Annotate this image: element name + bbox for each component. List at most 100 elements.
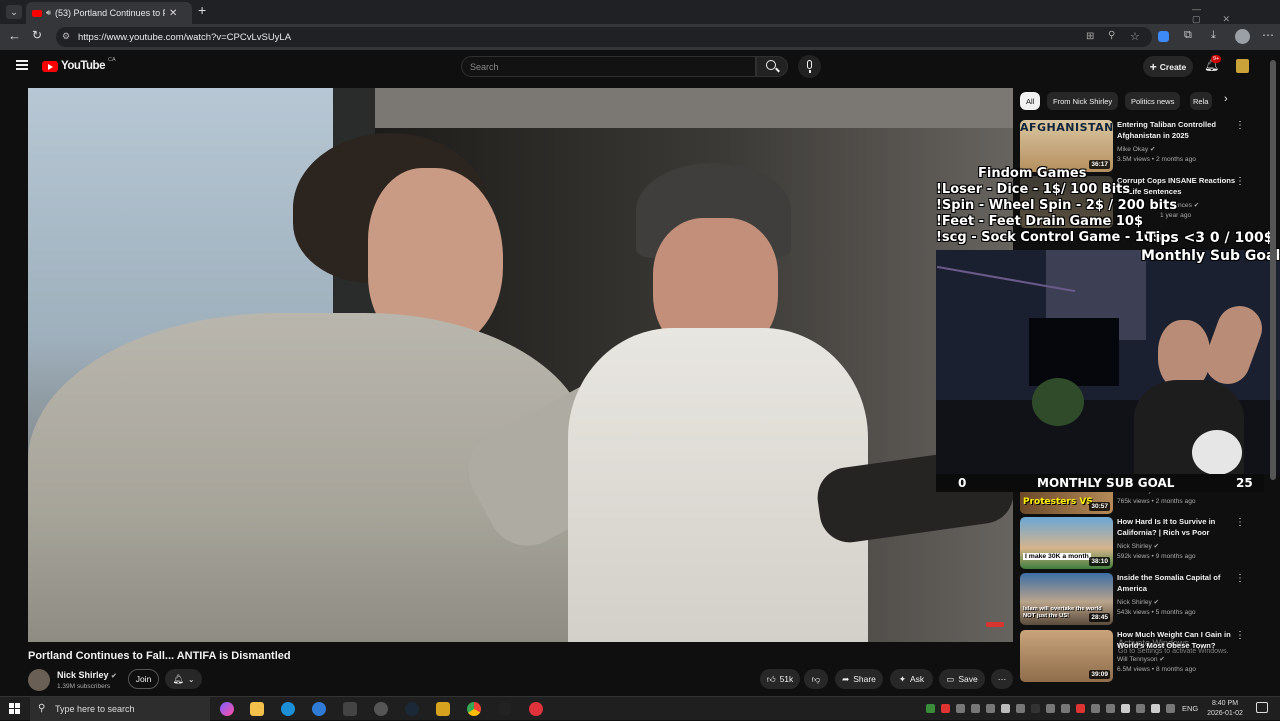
account-avatar[interactable] bbox=[1236, 59, 1249, 73]
back-icon[interactable]: ← bbox=[8, 28, 21, 43]
start-button[interactable] bbox=[9, 703, 20, 714]
channel-avatar[interactable] bbox=[28, 669, 50, 691]
create-button[interactable]: + Create bbox=[1143, 56, 1193, 77]
chip-from-channel[interactable]: From Nick Shirley bbox=[1047, 92, 1119, 110]
dislike-button[interactable]: 👎︎ bbox=[804, 669, 828, 689]
tray-icon[interactable] bbox=[1166, 704, 1175, 713]
tray-icon[interactable] bbox=[971, 704, 980, 713]
more-vert-icon[interactable]: ⋮ bbox=[1235, 630, 1245, 641]
save-label: Save bbox=[958, 674, 978, 684]
taskbar-search-input[interactable]: ⚲ Type here to search bbox=[30, 697, 210, 721]
tray-icon[interactable] bbox=[986, 704, 995, 713]
save-button[interactable]: ▭ Save bbox=[939, 669, 985, 689]
video-thumbnail[interactable]: Protesters VS 30:57 bbox=[1020, 492, 1113, 514]
more-vert-icon[interactable]: ⋮ bbox=[1235, 517, 1245, 528]
thumbnail-text: I make 30K a month bbox=[1023, 553, 1091, 560]
share-button[interactable]: ➦ Share bbox=[835, 669, 883, 689]
speaker-icon[interactable]: 🔊︎ bbox=[46, 8, 51, 18]
video-thumbnail[interactable]: AFGHANISTAN 36:17 bbox=[1020, 120, 1113, 172]
app-icon[interactable] bbox=[529, 702, 543, 716]
list-item[interactable]: AFGHANISTAN 36:17 Entering Taliban Contr… bbox=[1020, 120, 1265, 172]
save-icon: ▭ bbox=[946, 673, 955, 684]
like-button[interactable]: 👍︎ 51k bbox=[760, 669, 800, 689]
thumbs-down-icon: 👎︎ bbox=[811, 673, 821, 684]
close-tab-icon[interactable]: ✕ bbox=[169, 8, 177, 19]
extension-icon[interactable] bbox=[1158, 31, 1169, 42]
language-indicator[interactable]: ENG bbox=[1182, 704, 1198, 713]
tray-icon[interactable] bbox=[1016, 704, 1025, 713]
bookmark-star-icon[interactable]: ☆ bbox=[1130, 30, 1140, 43]
rec-channel-text: Will Tennyson bbox=[1117, 656, 1158, 663]
downloads-icon[interactable]: ⤓ bbox=[1211, 29, 1216, 42]
voice-search-button[interactable] bbox=[798, 55, 821, 78]
app-icon[interactable] bbox=[343, 702, 357, 716]
steam-icon[interactable] bbox=[405, 702, 419, 716]
more-actions-button[interactable]: ⋯ bbox=[991, 669, 1013, 689]
tray-icon[interactable] bbox=[956, 704, 965, 713]
reload-icon[interactable]: ↻ bbox=[32, 28, 42, 42]
more-vert-icon[interactable]: ⋮ bbox=[1235, 573, 1245, 584]
app-icon[interactable] bbox=[436, 702, 450, 716]
tray-icon[interactable] bbox=[1106, 704, 1115, 713]
browser-menu-icon[interactable]: ⋯ bbox=[1262, 28, 1274, 42]
duration-badge: 38:10 bbox=[1089, 557, 1110, 566]
sparkle-icon: ✦ bbox=[898, 673, 906, 684]
address-bar[interactable]: ⚙ https://www.youtube.com/watch?v=CPCvLv… bbox=[56, 27, 1152, 47]
tray-icon[interactable] bbox=[926, 704, 935, 713]
tray-icon[interactable] bbox=[1001, 704, 1010, 713]
tray-icon[interactable] bbox=[1046, 704, 1055, 713]
chrome-icon[interactable] bbox=[467, 702, 481, 716]
tips-goal: Tips <3 0 / 100$ bbox=[1146, 230, 1274, 246]
scrollbar-thumb[interactable] bbox=[1270, 60, 1276, 480]
verified-icon: ✔ bbox=[1150, 146, 1156, 153]
lamp-globe bbox=[1192, 430, 1242, 475]
clock[interactable]: 8:40 PM 2026-01-02 bbox=[1203, 699, 1247, 719]
video-thumbnail[interactable]: I make 30K a month 38:10 bbox=[1020, 517, 1113, 569]
join-button[interactable]: Join bbox=[128, 669, 159, 689]
youtube-logo[interactable]: YouTube CA bbox=[42, 57, 116, 72]
browser-toolbar: ← ↻ ⚙ https://www.youtube.com/watch?v=CP… bbox=[0, 24, 1280, 50]
page-scrollbar[interactable] bbox=[1270, 60, 1276, 690]
more-vert-icon[interactable]: ⋮ bbox=[1235, 120, 1245, 131]
file-explorer-icon[interactable] bbox=[250, 702, 264, 716]
notification-center-icon[interactable] bbox=[1256, 702, 1268, 713]
search-button[interactable] bbox=[756, 56, 788, 77]
new-tab-button[interactable]: + bbox=[198, 2, 206, 18]
site-info-icon[interactable]: ⚙ bbox=[62, 31, 70, 42]
chevron-right-icon[interactable]: › bbox=[1224, 93, 1228, 105]
tray-icon[interactable] bbox=[1076, 704, 1085, 713]
tray-icon[interactable] bbox=[941, 704, 950, 713]
tray-icon[interactable] bbox=[1151, 704, 1160, 713]
chip-politics-news[interactable]: Politics news bbox=[1125, 92, 1181, 110]
tab-list-button[interactable]: ⌄ bbox=[6, 5, 22, 19]
settings-icon[interactable] bbox=[374, 702, 388, 716]
video-player[interactable] bbox=[28, 88, 1013, 642]
rec-title: Entering Taliban Controlled Afghanistan … bbox=[1117, 120, 1217, 140]
copilot-icon[interactable] bbox=[220, 702, 234, 716]
tray-icon[interactable] bbox=[1061, 704, 1070, 713]
search-input[interactable]: Search bbox=[461, 56, 756, 77]
app-icon[interactable] bbox=[312, 702, 326, 716]
list-item[interactable]: I make 30K a month 38:10 How Hard Is It … bbox=[1020, 517, 1265, 569]
list-item[interactable]: Islam will overtake the world NOT just t… bbox=[1020, 573, 1265, 625]
chip-related[interactable]: Rela bbox=[1190, 92, 1212, 110]
tray-icon[interactable] bbox=[1121, 704, 1130, 713]
extensions-puzzle-icon[interactable]: ⧉ bbox=[1184, 29, 1192, 42]
ask-button[interactable]: ✦ Ask bbox=[890, 669, 933, 689]
edge-icon[interactable] bbox=[281, 702, 295, 716]
chip-all[interactable]: All bbox=[1020, 92, 1041, 110]
video-thumbnail[interactable]: Islam will overtake the world NOT just t… bbox=[1020, 573, 1113, 625]
app-icon[interactable] bbox=[498, 702, 512, 716]
hamburger-menu-icon[interactable] bbox=[16, 60, 28, 70]
apps-icon[interactable]: ⊞ bbox=[1086, 31, 1094, 42]
channel-name[interactable]: Nick Shirley ✔ bbox=[57, 670, 117, 680]
video-thumbnail[interactable]: 39:09 bbox=[1020, 630, 1113, 682]
subscribed-notify-button[interactable]: 🔔︎ ⌄ bbox=[165, 669, 202, 689]
mic-icon bbox=[807, 60, 812, 69]
zoom-icon[interactable]: ⚲ bbox=[1108, 30, 1115, 41]
profile-avatar[interactable] bbox=[1235, 29, 1250, 44]
tray-icon[interactable] bbox=[1136, 704, 1145, 713]
tray-icon[interactable] bbox=[1031, 704, 1040, 713]
browser-tab[interactable]: 🔊︎ (53) Portland Continues to Fa ✕ bbox=[26, 2, 192, 24]
tray-icon[interactable] bbox=[1091, 704, 1100, 713]
